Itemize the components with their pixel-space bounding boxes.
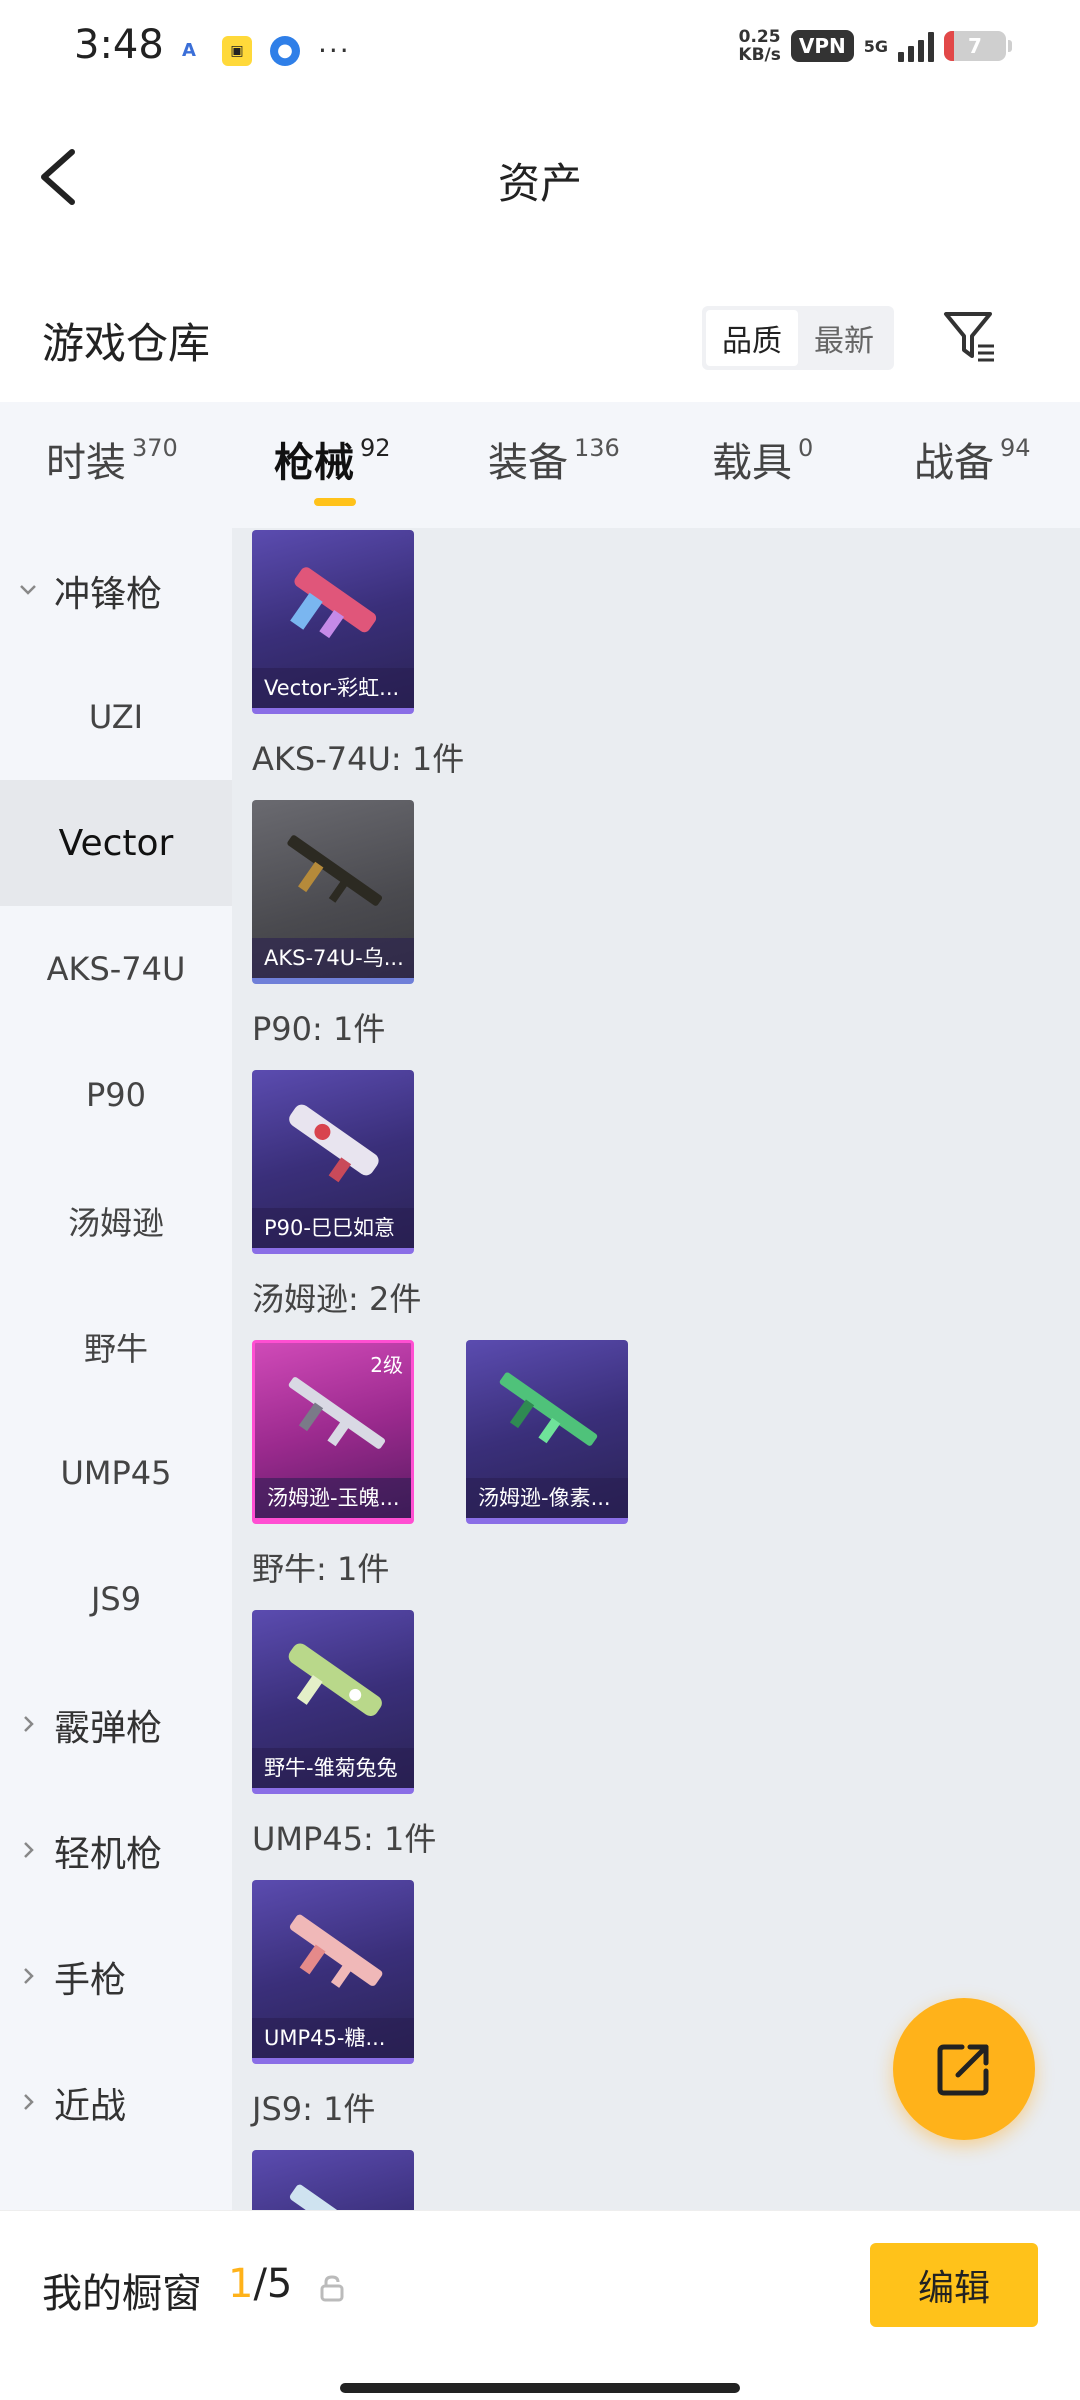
- sidebar-group-shotgun[interactable]: 霰弹枪: [0, 1662, 232, 1788]
- category-tabs: 时装 370 枪械 92 装备 136 载具 0 战备 94: [0, 402, 1080, 528]
- vpn-badge: VPN: [790, 30, 854, 62]
- chevron-right-icon: [24, 1842, 34, 1858]
- app-blue-icon: ●: [270, 35, 300, 66]
- sort-newest-button[interactable]: 最新: [798, 310, 890, 366]
- share-fab[interactable]: [893, 1998, 1035, 2140]
- gun-image-icon: [289, 1104, 379, 1183]
- sidebar-item-js9[interactable]: JS9: [0, 1536, 232, 1662]
- group-label-p90: P90: 1件: [252, 1010, 386, 1048]
- app-a-icon: A: [182, 40, 196, 61]
- app-yellow-icon: ▣: [222, 35, 252, 66]
- item-card-aks74u[interactable]: AKS-74U-乌...: [252, 800, 414, 984]
- sidebar-item-thompson[interactable]: 汤姆逊: [0, 1158, 232, 1284]
- page-title: 资产: [497, 159, 582, 208]
- group-label-js9: JS9: 1件: [252, 2090, 376, 2128]
- item-card-ump45[interactable]: UMP45-糖...: [252, 1880, 414, 2064]
- chevron-right-icon: [24, 1968, 34, 1984]
- status-time: 3:48: [74, 22, 164, 68]
- status-app-icons: A ▣ ● ···: [174, 34, 351, 67]
- chevron-down-icon: [20, 585, 36, 595]
- sidebar-item-uzi[interactable]: UZI: [0, 654, 232, 780]
- chevron-right-icon: [24, 2094, 34, 2110]
- sidebar-group-smg[interactable]: 冲锋枪: [0, 528, 232, 654]
- showcase-bar: 我的橱窗 1/5 编辑: [0, 2210, 1080, 2400]
- showcase-count: 1/5: [228, 2261, 293, 2307]
- sidebar-group-lmg[interactable]: 轻机枪: [0, 1788, 232, 1914]
- sidebar-item-vector[interactable]: Vector: [0, 780, 232, 906]
- showcase-label: 我的橱窗: [42, 2271, 202, 2317]
- sidebar-item-aks74u[interactable]: AKS-74U: [0, 906, 232, 1032]
- sort-toggle: 品质 最新: [702, 306, 894, 370]
- home-indicator[interactable]: [340, 2383, 740, 2393]
- tab-equipment[interactable]: 装备 136: [488, 430, 620, 488]
- gun-image-icon: [289, 1914, 383, 1988]
- edit-button[interactable]: 编辑: [870, 2243, 1038, 2327]
- sort-quality-button[interactable]: 品质: [706, 310, 798, 366]
- active-tab-indicator: [314, 498, 356, 506]
- tab-supplies[interactable]: 战备 94: [914, 430, 1031, 488]
- group-label-thompson: 汤姆逊: 2件: [252, 1280, 422, 1318]
- sidebar-item-bizon[interactable]: 野牛: [0, 1284, 232, 1410]
- warehouse-header: 游戏仓库 品质 最新: [0, 290, 1080, 400]
- gun-image-icon: [290, 567, 377, 639]
- tab-fashion[interactable]: 时装 370: [46, 430, 178, 488]
- status-right: 0.25 KB/s VPN 5G 7: [738, 27, 1012, 65]
- header: 资产: [0, 110, 1080, 240]
- category-sidebar: 冲锋枪 UZI Vector AKS-74U P90 汤姆逊 野牛 UMP45 …: [0, 528, 232, 2210]
- tab-vehicles[interactable]: 载具 0: [712, 430, 813, 488]
- item-card-thompson-2[interactable]: 汤姆逊-像素...: [466, 1340, 628, 1524]
- gun-image-icon: [287, 835, 383, 906]
- more-notifications-icon: ···: [318, 34, 351, 67]
- share-icon: [937, 2044, 989, 2096]
- network-type: 5G: [863, 36, 888, 56]
- item-card-p90[interactable]: P90-巳巳如意: [252, 1070, 414, 1254]
- item-list: Vector-彩虹... AKS-74U: 1件 AKS-74U-乌... P9…: [232, 528, 1080, 2210]
- item-card-js9[interactable]: [252, 2150, 414, 2210]
- chevron-right-icon: [24, 1716, 34, 1732]
- network-speed: 0.25 KB/s: [738, 27, 781, 65]
- status-bar: 3:48 A ▣ ● ··· 0.25 KB/s VPN 5G 7: [0, 0, 1080, 100]
- group-label-ump45: UMP45: 1件: [252, 1820, 437, 1858]
- item-card-thompson-1[interactable]: 2级 汤姆逊-玉魄...: [252, 1340, 414, 1524]
- gun-image-icon: [289, 2184, 383, 2210]
- lock-icon: [320, 2275, 344, 2302]
- sidebar-group-melee[interactable]: 近战: [0, 2040, 232, 2166]
- sidebar-group-pistol[interactable]: 手枪: [0, 1914, 232, 2040]
- item-card-vector[interactable]: Vector-彩虹...: [252, 530, 414, 714]
- sidebar-item-p90[interactable]: P90: [0, 1032, 232, 1158]
- group-label-aks74u: AKS-74U: 1件: [252, 740, 465, 778]
- item-card-bizon[interactable]: 野牛-雏菊兔兔: [252, 1610, 414, 1794]
- group-label-bizon: 野牛: 1件: [252, 1550, 390, 1588]
- gun-image-icon: [499, 1372, 598, 1446]
- signal-icon: [898, 30, 934, 62]
- gun-image-icon: [288, 1377, 386, 1449]
- filter-icon: [944, 312, 994, 362]
- tab-firearms[interactable]: 枪械 92: [274, 430, 391, 488]
- warehouse-title: 游戏仓库: [42, 319, 211, 368]
- filter-button[interactable]: [940, 304, 1000, 368]
- gun-image-icon: [288, 1643, 382, 1716]
- sidebar-item-ump45[interactable]: UMP45: [0, 1410, 232, 1536]
- battery-icon: 7: [944, 31, 1012, 61]
